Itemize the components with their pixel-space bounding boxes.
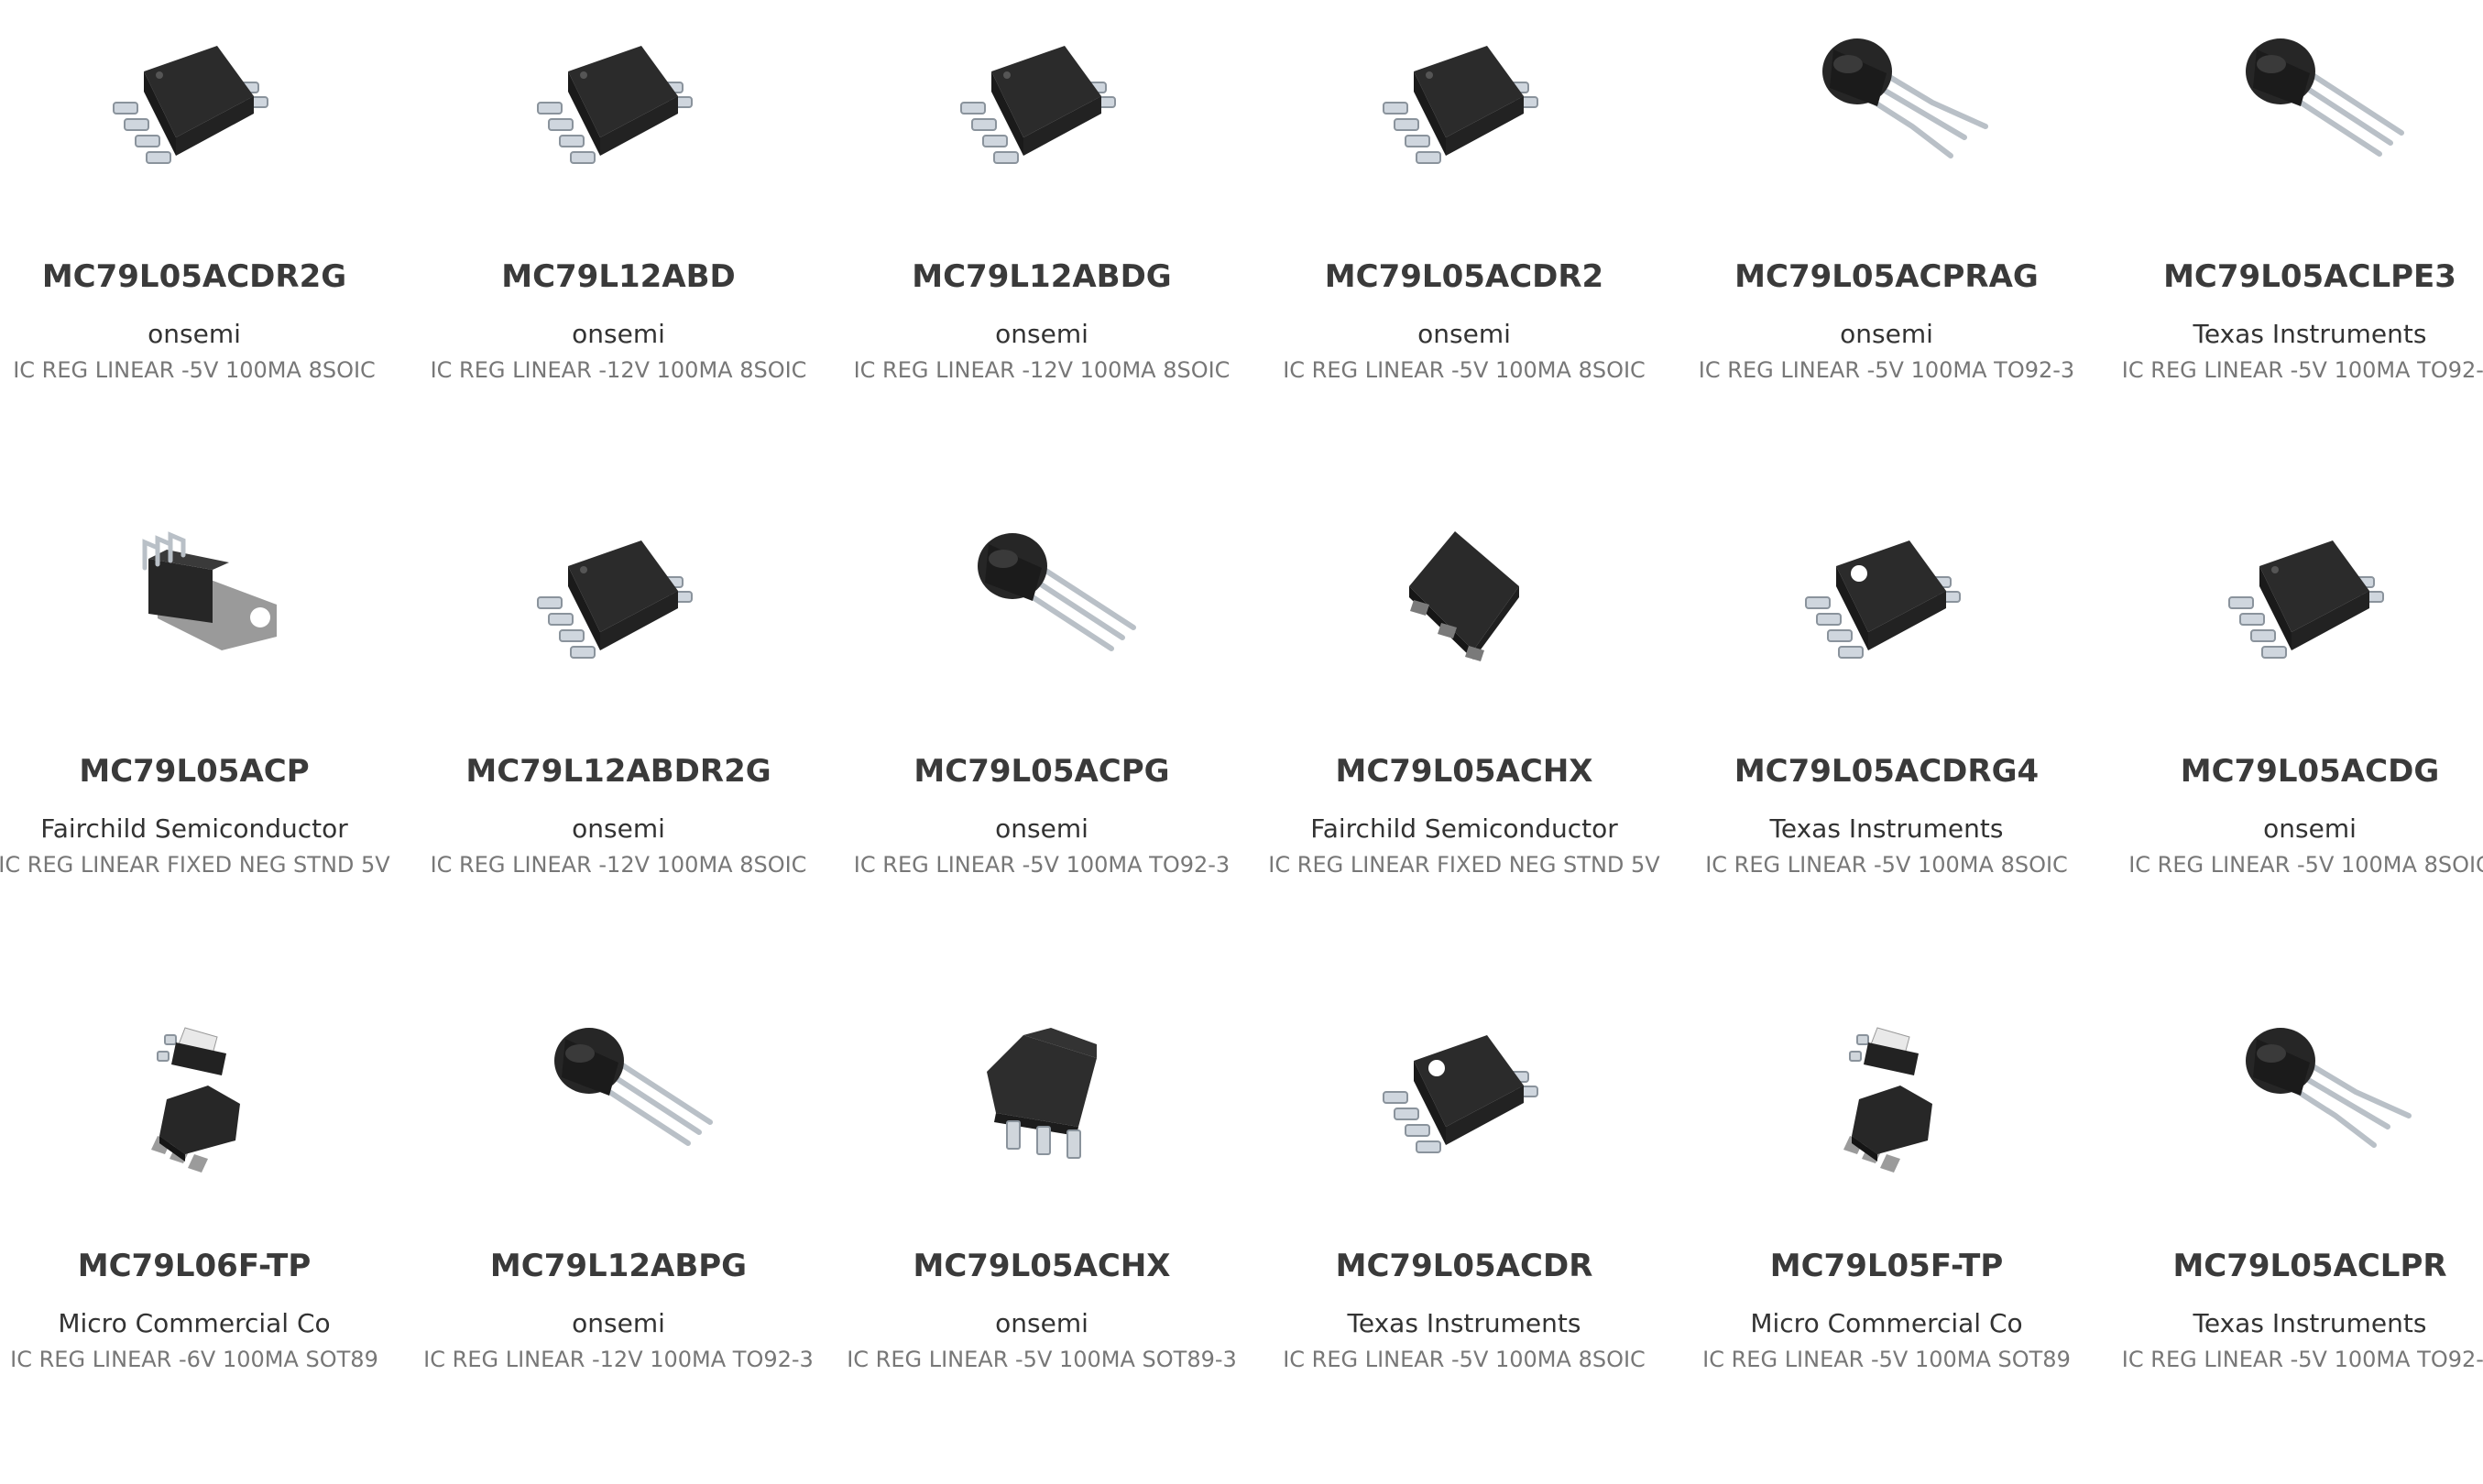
soic8-icon[interactable] xyxy=(57,18,332,202)
sot89-pair-icon[interactable] xyxy=(1749,1008,2024,1191)
to92-icon[interactable] xyxy=(2172,18,2447,202)
product-description: IC REG LINEAR -5V 100MA 8SOIC xyxy=(2128,852,2483,878)
part-number-link[interactable]: MC79L05ACDR xyxy=(1253,1248,1675,1284)
product-card[interactable]: MC79L05ACLPE3 Texas Instruments IC REG LIN… xyxy=(2099,18,2483,495)
manufacturer-name: Texas Instruments xyxy=(1769,813,2004,844)
soic8-dot-icon[interactable] xyxy=(1749,513,2024,696)
part-number-link[interactable]: MC79L05ACDG xyxy=(2099,753,2483,790)
manufacturer-name: onsemi xyxy=(995,1308,1088,1338)
soic8-icon[interactable] xyxy=(1327,18,1602,202)
product-description: IC REG LINEAR -5V 100MA TO92-3 xyxy=(1698,357,2075,383)
manufacturer-name: onsemi xyxy=(1417,319,1511,349)
manufacturer-name: Micro Commercial Co xyxy=(58,1308,331,1338)
soic8-icon[interactable] xyxy=(481,513,756,696)
soic8-icon[interactable] xyxy=(904,18,1179,202)
sot89-icon[interactable] xyxy=(1327,513,1602,696)
sot89-front-icon[interactable] xyxy=(904,1008,1179,1191)
product-description: IC REG LINEAR -5V 100MA TO92-3 xyxy=(2121,1347,2483,1372)
soic8-dot-icon[interactable] xyxy=(1327,1008,1602,1191)
soic8-icon[interactable] xyxy=(2172,513,2447,696)
manufacturer-name: onsemi xyxy=(572,319,665,349)
product-card[interactable]: MC79L05ACDR2G onsemi IC REG LINEAR -5V 100… xyxy=(0,18,405,495)
product-card[interactable]: MC79L05ACDR Texas Instruments IC REG LINEA… xyxy=(1253,1008,1675,1484)
part-number-link[interactable]: MC79L05ACLPE3 xyxy=(2099,258,2483,295)
manufacturer-name: Texas Instruments xyxy=(2193,319,2427,349)
part-number-link[interactable]: MC79L05ACPRAG xyxy=(1676,258,2097,295)
product-description: IC REG LINEAR -5V 100MA 8SOIC xyxy=(13,357,376,383)
manufacturer-name: Texas Instruments xyxy=(1347,1308,1581,1338)
manufacturer-name: onsemi xyxy=(572,1308,665,1338)
manufacturer-name: Texas Instruments xyxy=(2193,1308,2427,1338)
part-number-link[interactable]: MC79L12ABDR2G xyxy=(408,753,829,790)
product-card[interactable]: MC79L05ACPRAG onsemi IC REG LINEAR -5V 100… xyxy=(1676,18,2097,495)
manufacturer-name: Micro Commercial Co xyxy=(1750,1308,2023,1338)
to92-icon[interactable] xyxy=(904,513,1179,696)
manufacturer-name: Fairchild Semiconductor xyxy=(40,813,348,844)
product-card[interactable]: MC79L05ACDG onsemi IC REG LINEAR -5V 100MA… xyxy=(2099,513,2483,989)
product-description: IC REG LINEAR -12V 100MA 8SOIC xyxy=(853,357,1231,383)
product-description: IC REG LINEAR -5V 100MA SOT89 xyxy=(1702,1347,2071,1372)
product-description: IC REG LINEAR -5V 100MA TO92-3 xyxy=(853,852,1231,878)
manufacturer-name: Fairchild Semiconductor xyxy=(1310,813,1618,844)
product-card[interactable]: MC79L12ABD onsemi IC REG LINEAR -12V 100MA… xyxy=(408,18,829,495)
product-description: IC REG LINEAR FIXED NEG STND 5V xyxy=(0,852,390,878)
product-description: IC REG LINEAR -5V 100MA 8SOIC xyxy=(1283,357,1646,383)
to220-icon[interactable] xyxy=(57,513,332,696)
product-card[interactable]: MC79L12ABDR2G onsemi IC REG LINEAR -12V 10… xyxy=(408,513,829,989)
part-number-link[interactable]: MC79L05ACDR2G xyxy=(0,258,405,295)
part-number-link[interactable]: MC79L12ABD xyxy=(408,258,829,295)
product-card[interactable]: MC79L12ABDG onsemi IC REG LINEAR -12V 100M… xyxy=(831,18,1252,495)
product-card[interactable]: MC79L12ABPG onsemi IC REG LINEAR -12V 100M… xyxy=(408,1008,829,1484)
product-card[interactable]: MC79L05F-TP Micro Commercial Co IC REG LIN… xyxy=(1676,1008,2097,1484)
part-number-link[interactable]: MC79L05F-TP xyxy=(1676,1248,2097,1284)
part-number-link[interactable]: MC79L05ACHX xyxy=(1253,753,1675,790)
to92-bent-icon[interactable] xyxy=(2172,1008,2447,1191)
product-card[interactable]: MC79L05ACHX onsemi IC REG LINEAR -5V 100MA… xyxy=(831,1008,1252,1484)
manufacturer-name: onsemi xyxy=(995,813,1088,844)
product-description: IC REG LINEAR -12V 100MA 8SOIC xyxy=(430,852,807,878)
to92-icon[interactable] xyxy=(481,1008,756,1191)
to92-bent-icon[interactable] xyxy=(1749,18,2024,202)
part-number-link[interactable]: MC79L12ABDG xyxy=(831,258,1252,295)
part-number-link[interactable]: MC79L06F-TP xyxy=(0,1248,405,1284)
product-description: IC REG LINEAR -5V 100MA SOT89-3 xyxy=(847,1347,1237,1372)
part-number-link[interactable]: MC79L05ACDR2 xyxy=(1253,258,1675,295)
manufacturer-name: onsemi xyxy=(2263,813,2357,844)
part-number-link[interactable]: MC79L05ACPG xyxy=(831,753,1252,790)
product-description: IC REG LINEAR -6V 100MA SOT89 xyxy=(10,1347,378,1372)
product-description: IC REG LINEAR -5V 100MA 8SOIC xyxy=(1705,852,2068,878)
product-description: IC REG LINEAR -12V 100MA 8SOIC xyxy=(430,357,807,383)
product-card[interactable]: MC79L06F-TP Micro Commercial Co IC REG LIN… xyxy=(0,1008,405,1484)
part-number-link[interactable]: MC79L05ACHX xyxy=(831,1248,1252,1284)
product-card[interactable]: MC79L05ACPG onsemi IC REG LINEAR -5V 100MA… xyxy=(831,513,1252,989)
part-number-link[interactable]: MC79L05ACLPR xyxy=(2099,1248,2483,1284)
product-card[interactable]: MC79L05ACDR2 onsemi IC REG LINEAR -5V 100M… xyxy=(1253,18,1675,495)
product-description: IC REG LINEAR FIXED NEG STND 5V xyxy=(1268,852,1660,878)
manufacturer-name: onsemi xyxy=(572,813,665,844)
product-card[interactable]: MC79L05ACP Fairchild Semiconductor IC REG … xyxy=(0,513,405,989)
part-number-link[interactable]: MC79L05ACP xyxy=(0,753,405,790)
product-card[interactable]: MC79L05ACLPR Texas Instruments IC REG LINE… xyxy=(2099,1008,2483,1484)
soic8-icon[interactable] xyxy=(481,18,756,202)
manufacturer-name: onsemi xyxy=(1840,319,1933,349)
product-description: IC REG LINEAR -5V 100MA TO92-3 xyxy=(2121,357,2483,383)
manufacturer-name: onsemi xyxy=(995,319,1088,349)
product-grid: MC79L05ACDR2G onsemi IC REG LINEAR -5V 100… xyxy=(0,0,2483,1372)
part-number-link[interactable]: MC79L05ACDRG4 xyxy=(1676,753,2097,790)
manufacturer-name: onsemi xyxy=(148,319,241,349)
product-card[interactable]: MC79L05ACDRG4 Texas Instruments IC REG LIN… xyxy=(1676,513,2097,989)
product-description: IC REG LINEAR -5V 100MA 8SOIC xyxy=(1283,1347,1646,1372)
part-number-link[interactable]: MC79L12ABPG xyxy=(408,1248,829,1284)
sot89-pair-icon[interactable] xyxy=(57,1008,332,1191)
product-card[interactable]: MC79L05ACHX Fairchild Semiconductor IC REG… xyxy=(1253,513,1675,989)
product-description: IC REG LINEAR -12V 100MA TO92-3 xyxy=(423,1347,814,1372)
